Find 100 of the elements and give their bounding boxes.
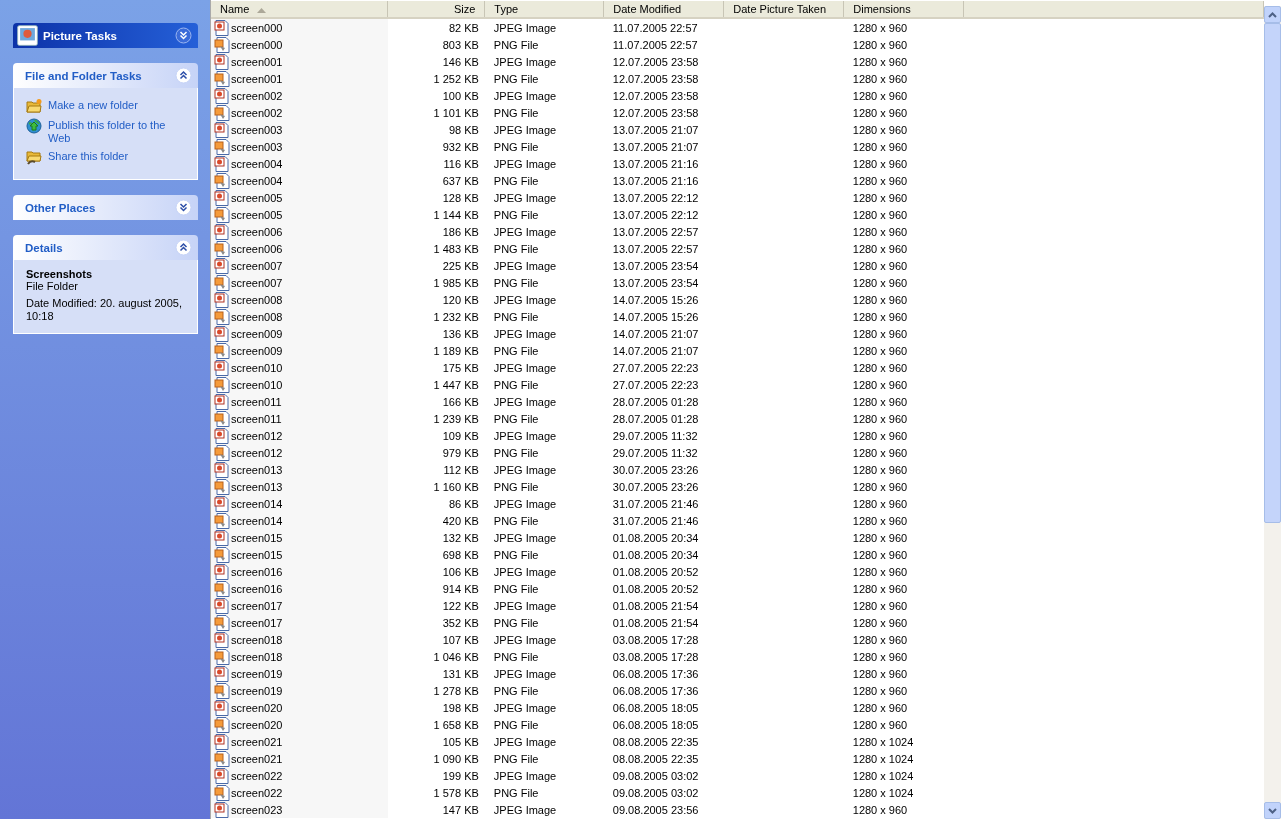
- column-header[interactable]: Dimensions: [843, 1, 964, 18]
- globe-icon: [26, 118, 42, 134]
- table-cell-text: 01.08.2005 20:52: [611, 564, 700, 580]
- table-cell-text: 14.07.2005 15:26: [611, 309, 700, 325]
- table-cell-text: 1280 x 960: [851, 309, 909, 325]
- table-cell-text: 1280 x 960: [851, 190, 909, 206]
- table-cell-text: 1280 x 960: [851, 513, 909, 529]
- table-cell-text: 27.07.2005 22:23: [611, 377, 700, 393]
- task-link[interactable]: Make a new folder: [48, 98, 138, 112]
- panel-title: Picture Tasks: [43, 29, 117, 42]
- table-cell-text: 06.08.2005 18:05: [611, 717, 700, 733]
- table-cell-text: 1280 x 960: [851, 156, 909, 172]
- table-cell: 932 KB: [387, 138, 485, 155]
- table-cell-text: JPEG Image: [492, 224, 558, 240]
- scroll-down-button[interactable]: [1264, 802, 1281, 819]
- table-cell-text: 1280 x 960: [851, 496, 909, 512]
- table-cell-text: 29.07.2005 11:32: [611, 445, 699, 461]
- column-header[interactable]: Type: [484, 1, 604, 18]
- table-cell-text: PNG File: [492, 411, 540, 427]
- collapse-chevron-icon[interactable]: [175, 239, 192, 256]
- table-cell-text: 1280 x 960: [851, 360, 909, 376]
- table-cell-text: 1280 x 960: [851, 462, 909, 478]
- table-cell-text: 1280 x 960: [851, 615, 909, 631]
- scrollbar[interactable]: [1264, 6, 1281, 819]
- table-cell-text: JPEG Image: [492, 462, 558, 478]
- table-cell: 107 KB: [387, 631, 485, 648]
- expand-chevron-icon[interactable]: [175, 199, 192, 216]
- folder-type: File Folder: [26, 280, 79, 293]
- table-cell-text: PNG File: [492, 513, 540, 529]
- table-cell-text: JPEG Image: [492, 122, 558, 138]
- table-cell-text: 13.07.2005 21:16: [611, 156, 700, 172]
- table-cell: 147 KB: [387, 801, 485, 818]
- table-cell-text: 08.08.2005 22:35: [611, 751, 700, 767]
- table-cell: 1 252 KB: [387, 70, 485, 87]
- table-cell-text: 27.07.2005 22:23: [611, 360, 700, 376]
- table-cell-text: 14.07.2005 21:07: [611, 326, 700, 342]
- expand-chevron-icon[interactable]: [175, 27, 192, 44]
- column-header[interactable]: Date Modified: [603, 1, 724, 18]
- table-cell-text: PNG File: [492, 377, 540, 393]
- table-cell-text: 30.07.2005 23:26: [611, 462, 700, 478]
- table-cell-text: 13.07.2005 22:57: [611, 224, 700, 240]
- table-cell-text: PNG File: [492, 445, 540, 461]
- task-link[interactable]: Publish this folder to the Web: [48, 118, 189, 145]
- panel-header[interactable]: Picture Tasks: [13, 23, 198, 48]
- table-cell-text: PNG File: [492, 173, 540, 189]
- table-cell-text: 1280 x 960: [851, 275, 909, 291]
- table-cell-text: 1280 x 960: [851, 343, 909, 359]
- table-cell-text: 31.07.2005 21:46: [611, 496, 700, 512]
- table-cell-text: 09.08.2005 23:56: [611, 802, 700, 818]
- table-cell-text: JPEG Image: [492, 598, 558, 614]
- table-cell: 120 KB: [387, 291, 485, 308]
- table-cell: 1 483 KB: [387, 240, 485, 257]
- panel-header[interactable]: Other Places: [13, 195, 198, 220]
- table-cell-text: 09.08.2005 03:02: [611, 785, 700, 801]
- table-cell-text: 1280 x 960: [851, 173, 909, 189]
- panel-header[interactable]: File and Folder Tasks: [13, 63, 198, 88]
- table-cell-text: JPEG Image: [492, 190, 558, 206]
- table-cell: 1 090 KB: [387, 750, 485, 767]
- table-cell-text: 06.08.2005 17:36: [611, 683, 700, 699]
- table-cell: 1 278 KB: [387, 682, 485, 699]
- column-header[interactable]: Size: [387, 1, 485, 18]
- table-cell-text: 13.07.2005 21:07: [611, 139, 700, 155]
- table-cell: 132 KB: [387, 529, 485, 546]
- table-cell-text: 1280 x 960: [851, 88, 909, 104]
- table-cell: 637 KB: [387, 172, 485, 189]
- table-cell: 112 KB: [387, 461, 485, 478]
- table-cell-text: JPEG Image: [492, 768, 558, 784]
- table-cell-text: 1280 x 960: [851, 564, 909, 580]
- table-cell: 82 KB: [387, 18, 485, 36]
- table-cell-text: 06.08.2005 17:36: [611, 666, 700, 682]
- table-cell-text: 13.07.2005 22:57: [611, 241, 700, 257]
- column-header[interactable]: Name: [211, 1, 388, 18]
- table-cell-text: 1280 x 960: [851, 394, 909, 410]
- table-cell-text: 1280 x 960: [851, 411, 909, 427]
- table-cell-text: 13.07.2005 21:07: [611, 122, 700, 138]
- table-cell-text: PNG File: [492, 547, 540, 563]
- table-cell: 914 KB: [387, 580, 485, 597]
- table-cell-text: 1280 x 960: [851, 700, 909, 716]
- scroll-up-button[interactable]: [1264, 6, 1281, 23]
- table-cell-text: 1280 x 960: [851, 547, 909, 563]
- scroll-thumb[interactable]: [1264, 23, 1281, 523]
- table-cell-text: 1280 x 960: [851, 581, 909, 597]
- table-cell-text: PNG File: [492, 785, 540, 801]
- table-cell-text: 1280 x 1024: [851, 751, 915, 767]
- collapse-chevron-icon[interactable]: [175, 67, 192, 84]
- task-link[interactable]: Share this folder: [48, 149, 129, 163]
- column-header[interactable]: Date Picture Taken: [723, 1, 844, 18]
- table-cell-text: 11.07.2005 22:57: [611, 37, 699, 53]
- table-cell-text: 1280 x 1024: [851, 785, 915, 801]
- table-cell-text: PNG File: [492, 751, 540, 767]
- table-cell-text: 1280 x 960: [851, 683, 909, 699]
- table-cell: 175 KB: [387, 359, 485, 376]
- table-cell-text: 1280 x 960: [851, 445, 909, 461]
- table-cell-text: JPEG Image: [492, 326, 558, 342]
- table-cell-text: PNG File: [492, 717, 540, 733]
- panel-header[interactable]: Details: [13, 235, 198, 260]
- table-cell-text: 30.07.2005 23:26: [611, 479, 700, 495]
- table-cell-text: 31.07.2005 21:46: [611, 513, 700, 529]
- table-cell-text: JPEG Image: [492, 666, 558, 682]
- table-cell: 109 KB: [387, 427, 485, 444]
